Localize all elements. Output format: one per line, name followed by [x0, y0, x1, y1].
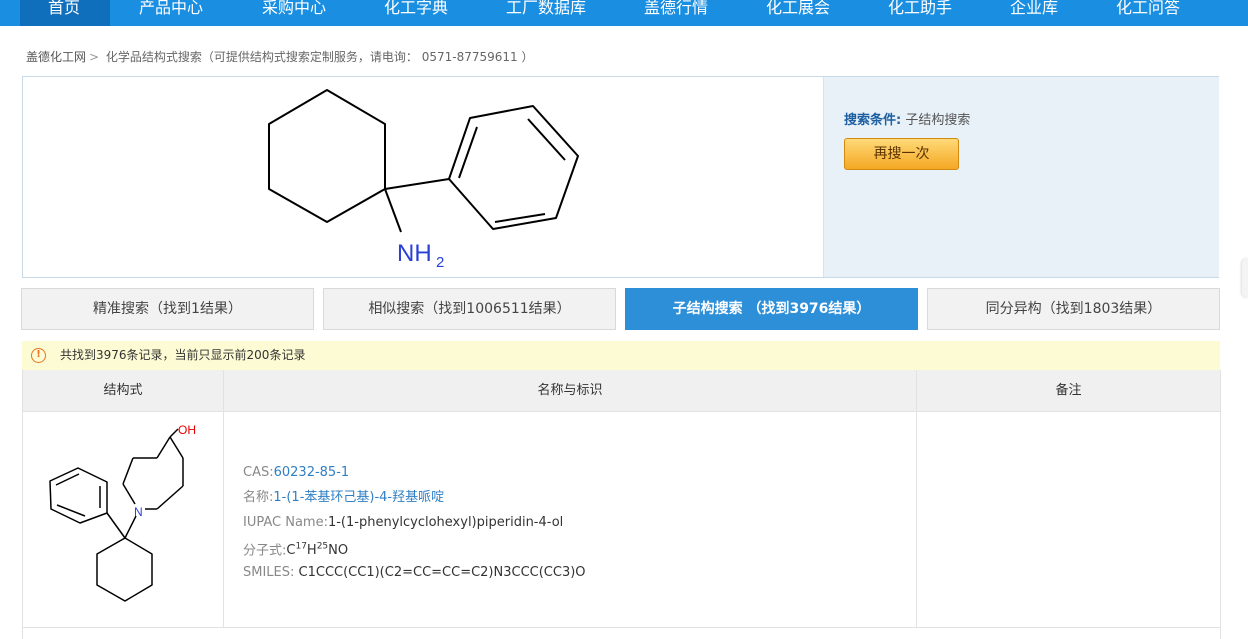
search-again-button[interactable]: 再搜一次 [844, 138, 959, 170]
column-header-remark: 备注 [1055, 383, 1082, 398]
formula-line: 分子式:C17H25NO [243, 535, 586, 560]
search-condition-label: 搜索条件: [844, 113, 902, 128]
name-line: 名称:1-(1-苯基环己基)-4-羟基哌啶 [243, 485, 586, 510]
benzene-ring [448, 105, 579, 230]
bond-c-phenyl [384, 178, 450, 190]
benzene-double-2 [527, 118, 566, 161]
column-header-structure: 结构式 [103, 383, 143, 398]
formula-c-count: 17 [295, 542, 307, 552]
breadcrumb-separator: > [89, 50, 100, 64]
top-nav: 首页 产品中心 采购中心 化工字典 工厂数据库 盖德行情 化工展会 化工助手 企… [0, 0, 1248, 26]
breadcrumb: 盖德化工网 > 化学品结构式搜索（可提供结构式搜索定制服务，请电询： 0571-8… [26, 48, 534, 65]
query-panel: NH 2 搜索条件: 子结构搜索 再搜一次 [22, 76, 1219, 278]
result-notice-text: 共找到3976条记录，当前只显示前200条记录 [60, 348, 306, 362]
formula-h-count: 25 [316, 542, 329, 552]
compound-info: CAS:60232-85-1 名称:1-(1-苯基环己基)-4-羟基哌啶 IUP… [243, 460, 586, 585]
smiles-line: SMILES: C1CCC(CC1)(C2=CC=CC=C2)N3CCC(CC3… [243, 560, 586, 585]
formula-value: C17H25NO [286, 542, 349, 559]
column-header-name: 名称与标识 [537, 383, 603, 398]
query-structure-drawing: NH 2 [268, 89, 579, 271]
warning-icon: ! [31, 348, 46, 363]
benzene-ring [49, 467, 108, 524]
nav-item-assistant[interactable]: 化工助手 [888, 0, 952, 23]
amine-subscript: 2 [436, 254, 444, 271]
formula-label: 分子式: [243, 543, 287, 559]
iupac-line: IUPAC Name:1-(1-phenylcyclohexyl)piperid… [243, 510, 586, 535]
compound-name-link[interactable]: 1-(1-苯基环己基)-4-羟基哌啶 [273, 490, 444, 505]
table-row: OH N CAS:60232-85-1 名称:1-(1-苯基环己基)-4-羟基哌… [23, 412, 1220, 628]
tab-isomer-search[interactable]: 同分异构（找到1803结果） [927, 288, 1220, 330]
cyclohexane-ring [268, 89, 386, 223]
nav-item-exhibition[interactable]: 化工展会 [766, 0, 830, 23]
nitrogen-label: N [134, 505, 143, 519]
search-condition: 搜索条件: 子结构搜索 [844, 109, 970, 128]
smiles-label: SMILES: [243, 565, 299, 580]
formula-rest: NO [328, 543, 349, 559]
nav-item-market[interactable]: 盖德行情 [644, 0, 708, 23]
result-notice: ! 共找到3976条记录，当前只显示前200条记录 [22, 341, 1220, 370]
nav-item-purchasing[interactable]: 采购中心 [262, 0, 326, 23]
nav-item-home[interactable]: 首页 [48, 0, 80, 23]
nav-item-dictionary[interactable]: 化工字典 [384, 0, 448, 23]
formula-h: H [306, 543, 317, 559]
breadcrumb-home-link[interactable]: 盖德化工网 [26, 50, 86, 64]
cyclohexane-ring [96, 537, 153, 602]
hydroxyl-label: OH [178, 423, 196, 437]
amine-label: NH [397, 240, 432, 267]
nav-item-products[interactable]: 产品中心 [139, 0, 203, 23]
search-condition-value: 子结构搜索 [905, 113, 971, 128]
table-header: 结构式 名称与标识 备注 [23, 370, 1220, 412]
cas-line: CAS:60232-85-1 [243, 460, 586, 485]
tab-similar-search[interactable]: 相似搜索（找到1006511结果） [323, 288, 616, 330]
breadcrumb-current: 化学品结构式搜索（可提供结构式搜索定制服务，请电询： 0571-87759611… [105, 50, 534, 64]
bond-c-n [384, 188, 402, 233]
benzene-double-1 [458, 126, 478, 179]
nav-item-qa[interactable]: 化工问答 [1116, 0, 1180, 23]
nav-item-companies[interactable]: 企业库 [1010, 0, 1058, 23]
name-label: 名称: [243, 490, 274, 505]
iupac-value: 1-(1-phenylcyclohexyl)piperidin-4-ol [327, 515, 564, 530]
search-condition-panel: 搜索条件: 子结构搜索 再搜一次 [823, 77, 1219, 277]
smiles-value: C1CCC(CC1)(C2=CC=CC=C2)N3CCC(CC3)O [298, 565, 586, 580]
side-float-handle[interactable] [1242, 258, 1248, 298]
cas-label: CAS: [243, 465, 274, 480]
nav-item-factory-db[interactable]: 工厂数据库 [506, 0, 586, 23]
results-table: 结构式 名称与标识 备注 OH N CAS:60232-85-1 名称:1-(1… [22, 370, 1221, 639]
tab-exact-search[interactable]: 精准搜索（找到1结果） [21, 288, 314, 330]
cas-link[interactable]: 60232-85-1 [274, 465, 350, 480]
result-structure-drawing[interactable]: OH N [23, 412, 223, 628]
tab-substructure-search[interactable]: 子结构搜索 （找到3976结果） [625, 288, 918, 330]
iupac-label: IUPAC Name: [243, 515, 328, 530]
